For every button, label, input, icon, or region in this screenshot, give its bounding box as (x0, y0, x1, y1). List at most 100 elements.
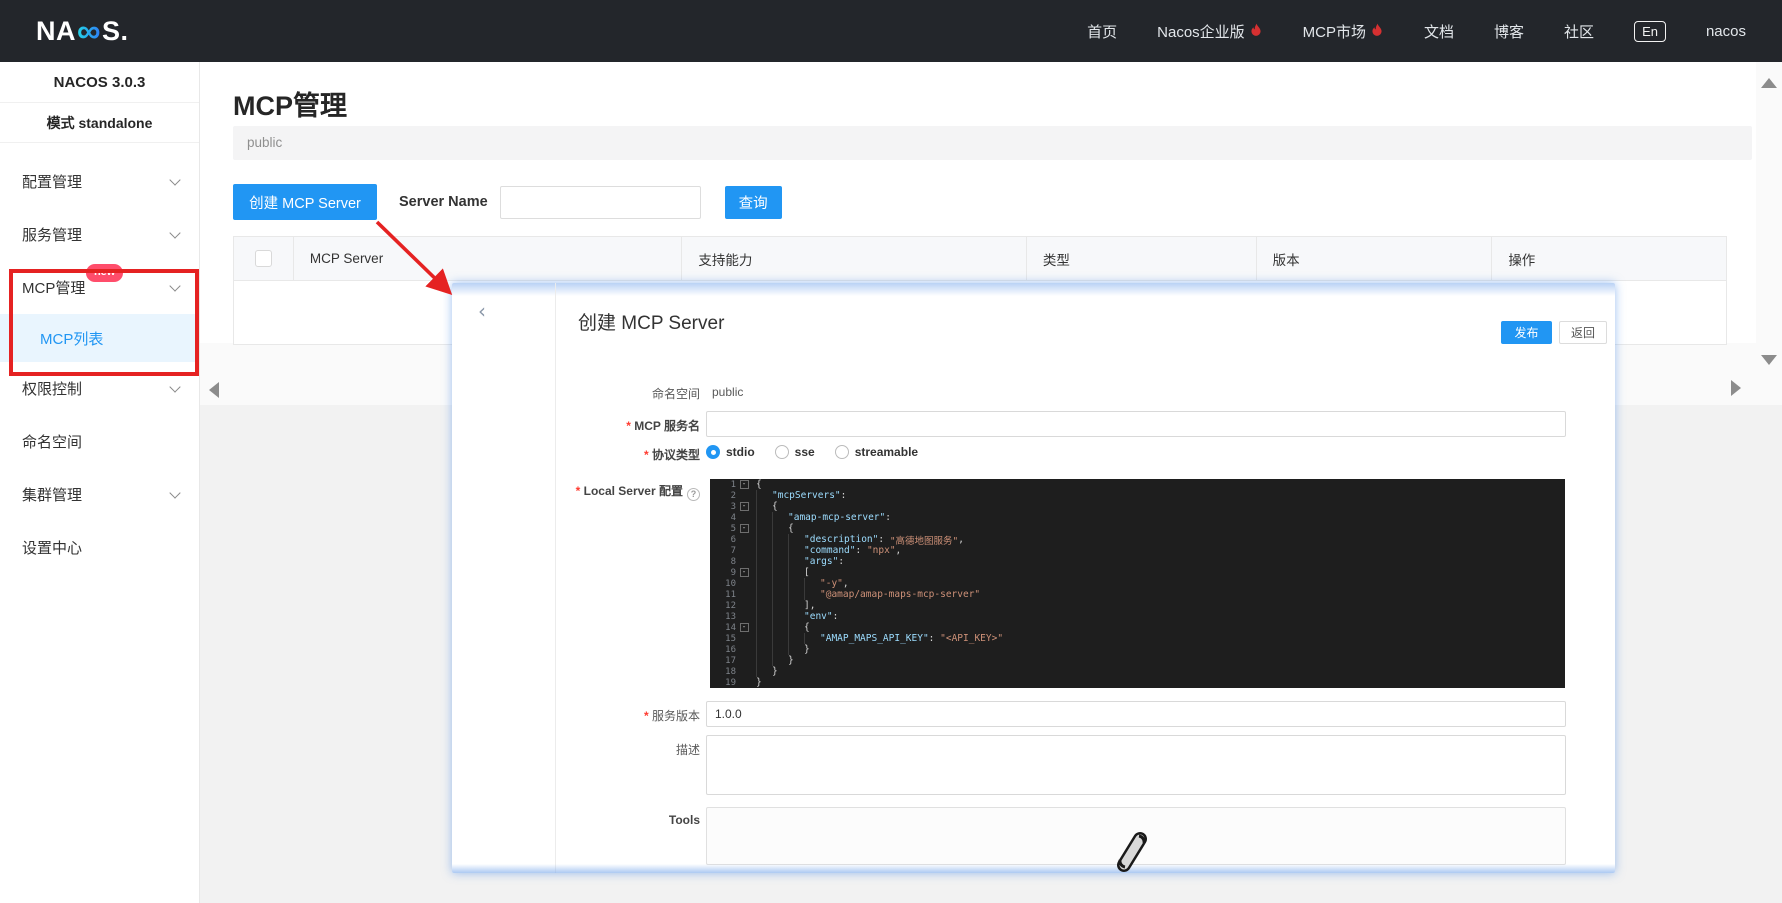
editor-line: 15"AMAP_MAPS_API_KEY": "<API_KEY>" (710, 633, 1565, 644)
publish-button[interactable]: 发布 (1501, 321, 1552, 344)
nav-item-community[interactable]: 社区 (1564, 21, 1594, 42)
help-icon[interactable]: ? (687, 488, 700, 501)
code-token: [ (804, 567, 810, 578)
sidebar-item-auth[interactable]: 权限控制 (0, 362, 199, 415)
code-token: "args" (804, 556, 838, 567)
fold-column (736, 502, 752, 511)
nav-item-mcp-market[interactable]: MCP市场 (1303, 21, 1384, 42)
sidebar-item-label: 权限控制 (22, 378, 82, 399)
line-number: 13 (710, 612, 736, 622)
editor-line: 8"args": (710, 556, 1565, 567)
nav-item-enterprise[interactable]: Nacos企业版 (1157, 21, 1263, 42)
editor-line: 9[ (710, 567, 1565, 578)
code-token: , (958, 534, 964, 545)
sidebar-item-cluster[interactable]: 集群管理 (0, 468, 199, 521)
code-token: , (896, 545, 902, 556)
code-content: { (752, 622, 1565, 633)
protocol-radio-sse[interactable] (775, 445, 789, 459)
indent-guide (788, 578, 804, 589)
sidebar-item-label: 集群管理 (22, 484, 82, 505)
fold-marker-icon[interactable] (740, 480, 749, 489)
sidebar-submenu: MCP列表 (0, 314, 199, 362)
select-all-checkbox[interactable] (255, 250, 272, 267)
query-button[interactable]: 查询 (725, 186, 782, 219)
local-config-code-editor[interactable]: 1{2"mcpServers":3{4"amap-mcp-server":5{6… (710, 479, 1565, 688)
code-token: } (788, 655, 794, 666)
fold-marker-icon[interactable] (740, 623, 749, 632)
indent-guide (788, 622, 804, 633)
version-field-label: 服务版本 (556, 707, 706, 724)
local-config-field-label: Local Server 配置? (556, 482, 706, 501)
line-number: 5 (710, 524, 736, 534)
indent-guide (756, 589, 772, 600)
line-number: 15 (710, 634, 736, 644)
fold-marker-icon[interactable] (740, 524, 749, 533)
namespace-field-value: public (712, 385, 743, 399)
sidebar-item-namespace[interactable]: 命名空间 (0, 415, 199, 468)
indent-guide (772, 556, 788, 567)
indent-guide (756, 545, 772, 556)
editor-line: 16} (710, 644, 1565, 655)
code-content: "amap-mcp-server": (752, 512, 1565, 523)
code-token: "npx" (867, 545, 896, 556)
editor-line: 7"command": "npx", (710, 545, 1565, 556)
sidebar-item-mcp[interactable]: MCP管理new (0, 261, 199, 314)
scroll-left-arrow[interactable] (209, 382, 219, 398)
server-name-input[interactable] (500, 186, 701, 219)
fold-marker-icon[interactable] (740, 502, 749, 511)
scroll-right-arrow[interactable] (1731, 380, 1741, 396)
description-field-label: 描述 (556, 741, 706, 758)
language-toggle[interactable]: En (1634, 21, 1666, 42)
code-content: [ (752, 567, 1565, 578)
mcp-name-input[interactable] (706, 411, 1566, 437)
description-textarea[interactable] (706, 735, 1566, 795)
sidebar-item-config[interactable]: 配置管理 (0, 155, 199, 208)
username-menu[interactable]: nacos (1706, 23, 1746, 40)
indent-guide (772, 655, 788, 666)
code-token: { (756, 479, 762, 490)
sidebar-subitem-mcp-list[interactable]: MCP列表 (0, 314, 199, 362)
scroll-up-arrow[interactable] (1761, 78, 1777, 88)
version-input[interactable] (706, 701, 1566, 727)
nav-item-blog[interactable]: 博客 (1494, 21, 1524, 42)
nav-item-label: 文档 (1424, 21, 1454, 42)
vertical-scroll-strip[interactable] (1756, 62, 1782, 375)
code-token: , (843, 578, 849, 589)
back-chevron-icon[interactable]: ‹ (478, 301, 486, 321)
code-content: { (752, 479, 1565, 490)
scroll-down-arrow[interactable] (1761, 355, 1777, 365)
sidebar-item-label: 配置管理 (22, 171, 82, 192)
nacos-logo[interactable]: NA∞S. (36, 16, 129, 47)
fold-column (736, 480, 752, 489)
editor-line: 19} (710, 677, 1565, 688)
return-button[interactable]: 返回 (1559, 321, 1607, 344)
protocol-radio-stdio[interactable] (706, 445, 720, 459)
namespace-bar[interactable]: public (233, 126, 1752, 160)
indent-guide (772, 523, 788, 534)
infinity-logo-icon: ∞ (77, 18, 101, 44)
editor-line: 4"amap-mcp-server": (710, 512, 1565, 523)
indent-guide (772, 633, 788, 644)
code-token: } (756, 677, 762, 688)
indent-guide (772, 600, 788, 611)
editor-line: 17} (710, 655, 1565, 666)
sidebar-item-service[interactable]: 服务管理 (0, 208, 199, 261)
sidebar-item-label: 命名空间 (22, 431, 82, 452)
fold-marker-icon[interactable] (740, 568, 749, 577)
code-token: : (855, 545, 866, 556)
indent-guide (772, 611, 788, 622)
line-number: 9 (710, 568, 736, 578)
create-mcp-server-button[interactable]: 创建 MCP Server (233, 184, 377, 220)
protocol-radio-label[interactable]: sse (795, 445, 815, 459)
nav-item-docs[interactable]: 文档 (1424, 21, 1454, 42)
sidebar-item-label: 服务管理 (22, 224, 82, 245)
protocol-radio-label[interactable]: streamable (855, 445, 918, 459)
code-content: "args": (752, 556, 1565, 567)
modal-actions: 发布 返回 (1501, 321, 1607, 344)
nav-item-home[interactable]: 首页 (1087, 21, 1117, 42)
editor-line: 10"-y", (710, 578, 1565, 589)
indent-guide (788, 611, 804, 622)
protocol-radio-streamable[interactable] (835, 445, 849, 459)
protocol-radio-label[interactable]: stdio (726, 445, 755, 459)
sidebar-item-settings[interactable]: 设置中心 (0, 521, 199, 574)
